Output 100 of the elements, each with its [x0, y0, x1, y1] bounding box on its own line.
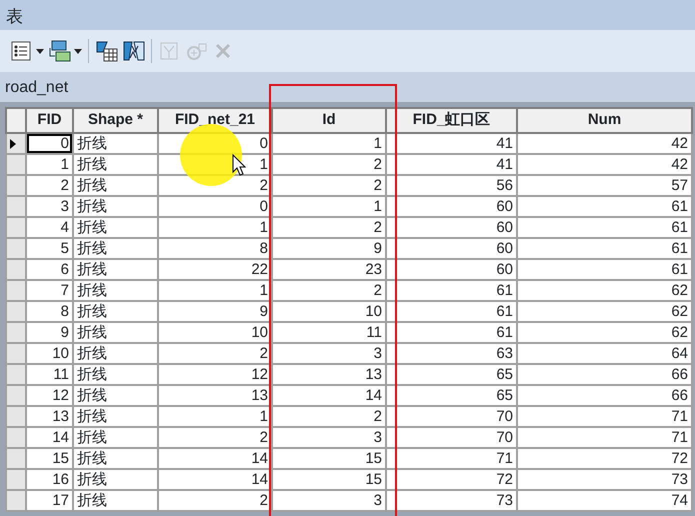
table-cell: 0 — [158, 196, 272, 216]
table-cell: 66 — [517, 384, 692, 406]
column-header[interactable]: Id — [272, 108, 386, 132]
table-cell: 3 — [26, 196, 73, 216]
table-cell: 63 — [386, 342, 517, 364]
table-cell: 折线 — [73, 448, 158, 468]
table-cell: 2 — [272, 406, 386, 426]
column-header[interactable]: FID — [26, 108, 73, 132]
table-cell: 折线 — [73, 132, 158, 154]
table-cell: 11 — [26, 364, 73, 384]
table-cell: 12 — [158, 364, 272, 384]
table-cell: 13 — [158, 384, 272, 406]
table-cell: 0 — [26, 132, 73, 154]
table-cell: 73 — [386, 490, 517, 510]
table-cell: 65 — [386, 364, 517, 384]
column-header[interactable]: Num — [517, 108, 692, 132]
table-cell: 13 — [26, 406, 73, 426]
table-cell: 折线 — [73, 174, 158, 196]
table-cell: 57 — [517, 174, 692, 196]
table-cell: 60 — [386, 216, 517, 238]
table-cell: 1 — [272, 132, 386, 154]
table-cell: 折线 — [73, 258, 158, 280]
list-icon — [10, 40, 33, 62]
table-cell: 74 — [517, 490, 692, 510]
table-cell: 73 — [517, 468, 692, 490]
table-select-icon — [95, 40, 118, 62]
table-cell: 23 — [272, 258, 386, 280]
table-cell: 2 — [272, 154, 386, 174]
table-cell: 折线 — [73, 154, 158, 174]
column-header[interactable]: FID_虹口区 — [386, 108, 517, 132]
table-cell: 折线 — [73, 426, 158, 448]
table-cell: 6 — [26, 258, 73, 280]
table-cell: 14 — [158, 448, 272, 468]
table-cell: 72 — [517, 448, 692, 468]
tables-icon — [48, 40, 71, 62]
table-cell: 折线 — [73, 300, 158, 322]
table-cell: 61 — [386, 280, 517, 300]
table-cell: 12 — [26, 384, 73, 406]
table-cell: 17 — [26, 490, 73, 510]
column-header[interactable]: Shape * — [73, 108, 158, 132]
table-cell: 折线 — [73, 280, 158, 300]
table-cell: 折线 — [73, 342, 158, 364]
table-cell: 60 — [386, 258, 517, 280]
table-cell: 14 — [26, 426, 73, 448]
table-cell: 10 — [272, 300, 386, 322]
table-cell: 1 — [158, 216, 272, 238]
table-cell: 折线 — [73, 322, 158, 342]
table-cell: 71 — [517, 426, 692, 448]
table-cell: 60 — [386, 196, 517, 216]
table-cell: 61 — [386, 300, 517, 322]
table-cell: 65 — [386, 384, 517, 406]
table-cell: 9 — [26, 322, 73, 342]
table-cell: 64 — [517, 342, 692, 364]
table-cell: 15 — [272, 448, 386, 468]
table-cell: 1 — [158, 406, 272, 426]
table-cell: 15 — [26, 448, 73, 468]
table-cell: 3 — [272, 342, 386, 364]
table-cell: 61 — [517, 196, 692, 216]
table-cell: 42 — [517, 154, 692, 174]
table-cell: 11 — [272, 322, 386, 342]
table-cell: 3 — [272, 490, 386, 510]
switch-selection-icon — [122, 40, 145, 62]
table-cell: 15 — [272, 468, 386, 490]
table-cell: 1 — [26, 154, 73, 174]
table-cell: 2 — [158, 490, 272, 510]
table-cell: 折线 — [73, 406, 158, 426]
table-cell: 70 — [386, 426, 517, 448]
table-cell: 折线 — [73, 238, 158, 258]
table-cell: 2 — [272, 174, 386, 196]
cursor-icon — [232, 154, 246, 176]
table-cell: 72 — [386, 468, 517, 490]
table-cell: 14 — [272, 384, 386, 406]
table-cell: 折线 — [73, 216, 158, 238]
table-cell: 66 — [517, 364, 692, 384]
table-cell: 71 — [386, 448, 517, 468]
table-cell: 61 — [386, 322, 517, 342]
table-cell: 3 — [272, 426, 386, 448]
row-selector[interactable] — [6, 132, 26, 154]
table-cell: 62 — [517, 300, 692, 322]
table-cell: 10 — [26, 342, 73, 364]
table-cell: 62 — [517, 322, 692, 342]
table-cell: 13 — [272, 364, 386, 384]
table-cell: 4 — [26, 216, 73, 238]
table-cell: 2 — [26, 174, 73, 196]
table-cell: 62 — [517, 280, 692, 300]
table-cell: 10 — [158, 322, 272, 342]
table-cell: 22 — [158, 258, 272, 280]
table-cell: 42 — [517, 132, 692, 154]
table-cell: 2 — [272, 280, 386, 300]
table-cell: 1 — [158, 280, 272, 300]
table-cell: 2 — [158, 342, 272, 364]
table-cell: 2 — [272, 216, 386, 238]
current-row-icon — [10, 138, 16, 149]
table-cell: 2 — [158, 426, 272, 448]
table-cell: 5 — [26, 238, 73, 258]
table-cell: 折线 — [73, 364, 158, 384]
table-cell: 61 — [517, 238, 692, 258]
table-cell: 折线 — [73, 468, 158, 490]
table-cell: 折线 — [73, 384, 158, 406]
table-cell: 60 — [386, 238, 517, 258]
